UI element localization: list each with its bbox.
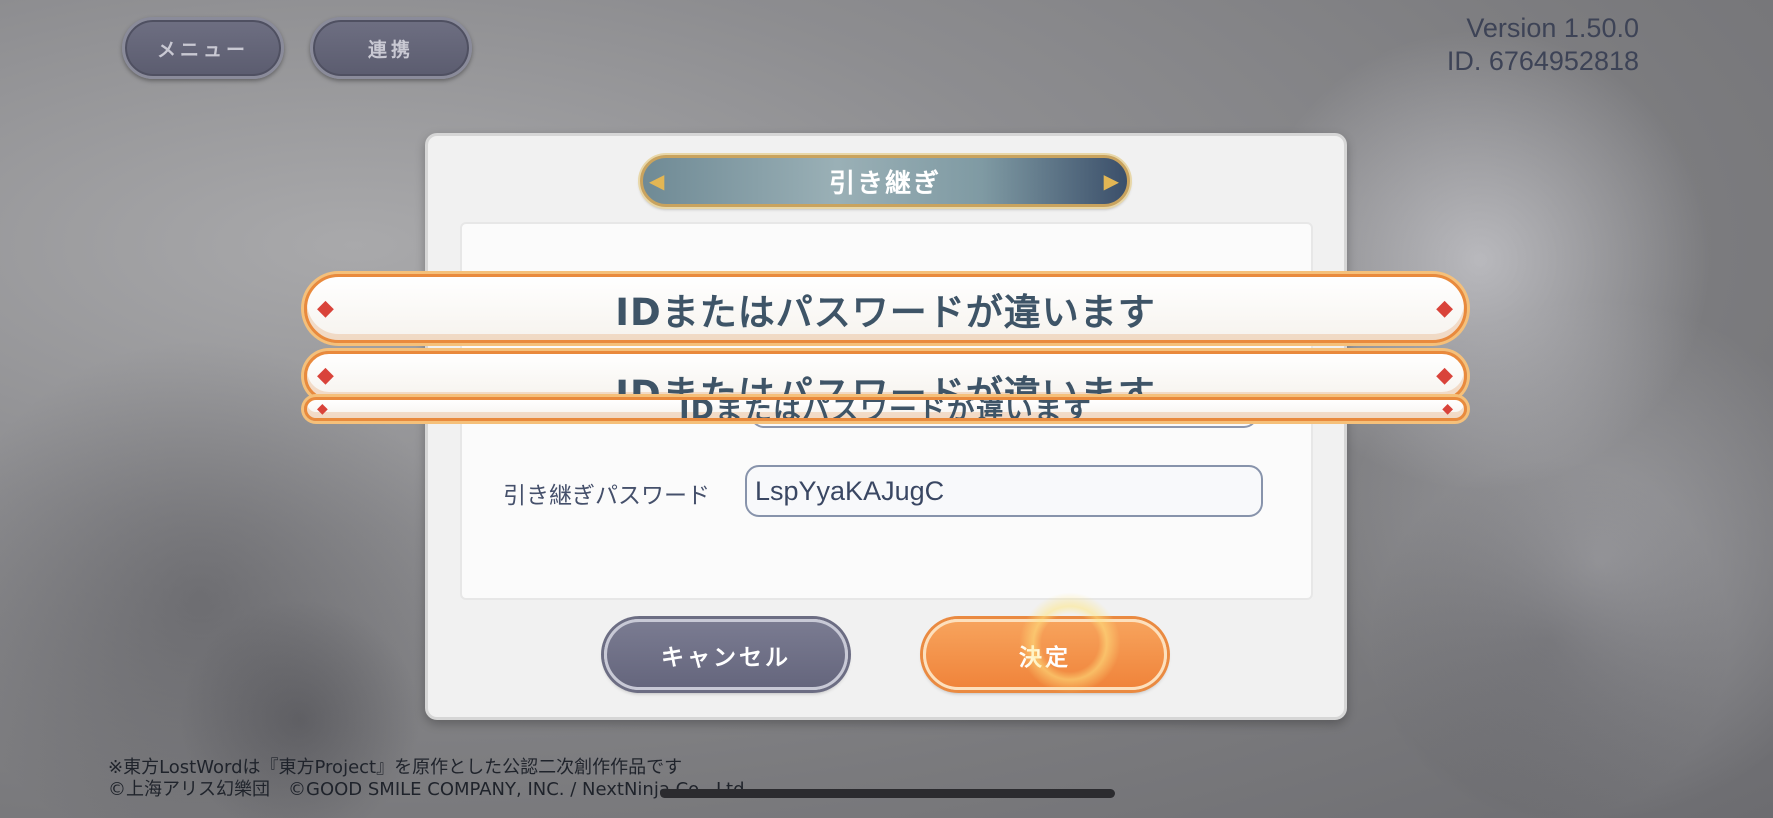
diamond-icon: ◆: [1436, 295, 1454, 321]
password-label: 引き継ぎパスワード: [503, 483, 710, 509]
confirm-button[interactable]: 決定: [923, 619, 1167, 690]
home-indicator[interactable]: [660, 789, 1115, 798]
link-button[interactable]: 連携: [310, 17, 472, 79]
diamond-icon: ◆: [317, 295, 335, 321]
dialog-title-banner: ◀ 引き継ぎ ▶: [640, 155, 1130, 207]
user-id-text: ID. 6764952818: [1446, 46, 1639, 76]
cancel-button[interactable]: キャンセル: [604, 619, 848, 690]
version-text: Version 1.50.0: [1466, 13, 1639, 43]
menu-button[interactable]: メニュー: [122, 17, 284, 79]
disclaimer-text: ※東方LostWordは『東方Project』を原作とした公認二次創作作品です: [108, 757, 683, 778]
diamond-icon: ◆: [1436, 363, 1454, 388]
copyright-footer: ※東方LostWordは『東方Project』を原作とした公認二次創作作品です …: [108, 757, 750, 801]
error-message: IDまたはパスワードが違います: [615, 290, 1156, 334]
version-info: Version 1.50.0 ID. 6764952818: [1447, 12, 1639, 78]
diamond-icon: ◆: [1442, 401, 1454, 417]
copyright-text: ©上海アリス幻樂団 ©GOOD SMILE COMPANY, INC. / Ne…: [108, 779, 751, 800]
password-input[interactable]: LspYyaKAJugC: [745, 465, 1263, 517]
diamond-icon: ◆: [317, 401, 329, 417]
error-message: IDまたはパスワードが違います: [615, 373, 1156, 401]
diamond-icon: ◆: [317, 363, 335, 388]
error-toast: ◆ IDまたはパスワードが違います ◆: [304, 351, 1467, 401]
error-toast: ◆ IDまたはパスワードが違います ◆: [304, 274, 1467, 343]
error-toast: ◆ IDまたはパスワードが違います ◆: [304, 397, 1467, 421]
error-message: IDまたはパスワードが違います: [679, 397, 1092, 421]
chevron-left-icon: ◀: [649, 169, 667, 193]
chevron-right-icon: ▶: [1103, 169, 1121, 193]
dialog-title: 引き継ぎ: [828, 168, 941, 199]
